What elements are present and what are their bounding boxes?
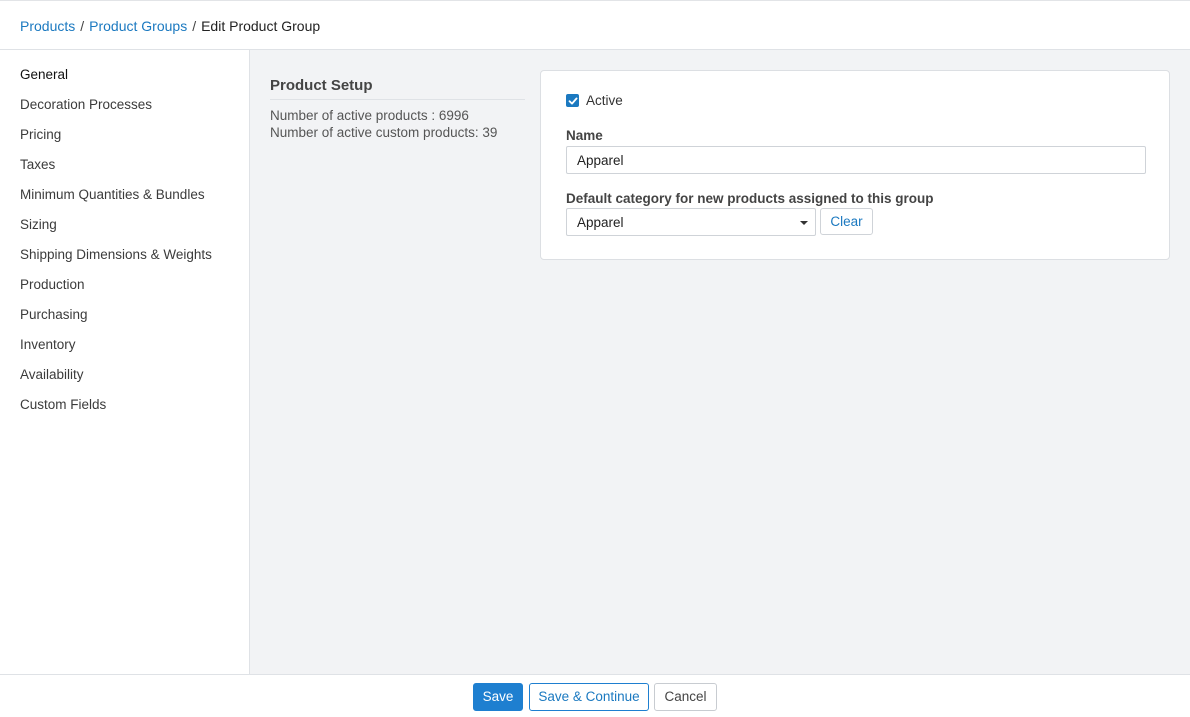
sidebar-item-shipping-dimensions[interactable]: Shipping Dimensions & Weights (0, 247, 249, 277)
cancel-button[interactable]: Cancel (654, 683, 717, 711)
breadcrumb-separator: / (80, 18, 85, 34)
save-continue-button[interactable]: Save & Continue (529, 683, 649, 711)
breadcrumb: Products / Product Groups / Edit Product Gro… (20, 18, 320, 34)
active-checkbox-label: Active (586, 93, 623, 108)
sidebar-item-availability[interactable]: Availability (0, 367, 249, 397)
active-checkbox-row: Active (566, 93, 623, 108)
breadcrumb-separator: / (192, 18, 197, 34)
active-custom-products-count: Number of active custom products: 39 (270, 125, 498, 140)
sidebar-item-decoration-processes[interactable]: Decoration Processes (0, 97, 249, 127)
breadcrumb-current: Edit Product Group (201, 18, 321, 34)
clear-category-button[interactable]: Clear (820, 208, 873, 235)
active-products-count: Number of active products : 6996 (270, 108, 469, 123)
sidebar-item-production[interactable]: Production (0, 277, 249, 307)
default-category-value: Apparel (577, 215, 624, 230)
sidebar-item-taxes[interactable]: Taxes (0, 157, 249, 187)
main-content: Product Setup Number of active products … (250, 50, 1190, 674)
save-button[interactable]: Save (473, 683, 523, 711)
sidebar-nav: General Decoration Processes Pricing Tax… (0, 50, 250, 674)
default-category-label: Default category for new products assign… (566, 191, 934, 206)
footer-actions: Save Save & Continue Cancel (0, 674, 1190, 717)
product-group-form-card: Active Name Default category for new pro… (540, 70, 1170, 260)
checkmark-icon (568, 97, 577, 104)
caret-down-icon (800, 221, 808, 225)
sidebar-list: General Decoration Processes Pricing Tax… (0, 50, 249, 427)
breadcrumb-product-groups-link[interactable]: Product Groups (89, 18, 187, 34)
sidebar-item-purchasing[interactable]: Purchasing (0, 307, 249, 337)
top-bar: Products / Product Groups / Edit Product Gro… (0, 0, 1190, 50)
sidebar-item-minimum-quantities[interactable]: Minimum Quantities & Bundles (0, 187, 249, 217)
name-input[interactable] (566, 146, 1146, 174)
active-checkbox[interactable] (566, 94, 579, 107)
sidebar-item-sizing[interactable]: Sizing (0, 217, 249, 247)
breadcrumb-products-link[interactable]: Products (20, 18, 75, 34)
sidebar-item-pricing[interactable]: Pricing (0, 127, 249, 157)
sidebar-item-general[interactable]: General (0, 67, 249, 97)
sidebar-item-inventory[interactable]: Inventory (0, 337, 249, 367)
product-setup-section: Product Setup Number of active products … (270, 77, 525, 141)
product-setup-title: Product Setup (270, 77, 525, 100)
sidebar-item-custom-fields[interactable]: Custom Fields (0, 397, 249, 427)
name-field-label: Name (566, 128, 603, 143)
default-category-select[interactable]: Apparel (566, 208, 816, 236)
